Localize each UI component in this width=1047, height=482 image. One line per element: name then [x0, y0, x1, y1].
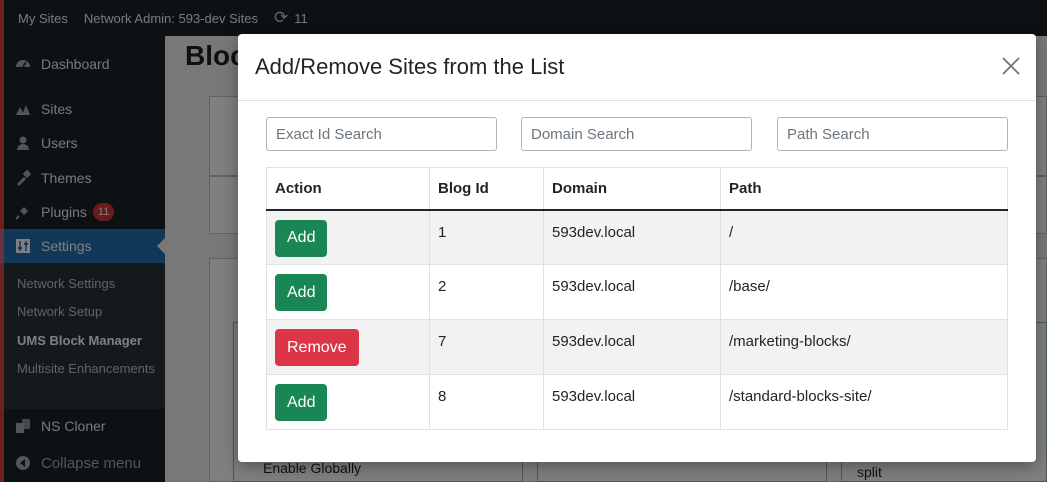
- close-button[interactable]: [1000, 55, 1022, 77]
- path-cell: /base/: [720, 264, 1008, 320]
- column-header-path: Path: [720, 167, 1008, 211]
- domain-cell: 593dev.local: [543, 264, 721, 320]
- action-cell: Add: [266, 209, 430, 265]
- table-row: Add 1 593dev.local /: [266, 209, 1008, 265]
- modal-header: Add/Remove Sites from the List: [238, 34, 1036, 101]
- add-site-button[interactable]: Add: [275, 274, 328, 311]
- action-cell: Remove: [266, 319, 430, 375]
- domain-cell: 593dev.local: [543, 209, 721, 265]
- blog-id-cell: 2: [429, 264, 544, 320]
- column-header-domain: Domain: [543, 167, 721, 211]
- blog-id-cell: 8: [429, 374, 544, 430]
- column-header-blog-id: Blog Id: [429, 167, 544, 211]
- domain-search-input[interactable]: [521, 117, 752, 151]
- add-site-button[interactable]: Add: [275, 219, 328, 257]
- domain-cell: 593dev.local: [543, 319, 721, 375]
- exact-id-search-input[interactable]: [266, 117, 497, 151]
- table-row: Add 8 593dev.local /standard-blocks-site…: [266, 374, 1008, 430]
- blog-id-cell: 1: [429, 209, 544, 265]
- table-row: Add 2 593dev.local /base/: [266, 264, 1008, 320]
- table-row: Remove 7 593dev.local /marketing-blocks/: [266, 319, 1008, 375]
- column-header-action: Action: [266, 167, 430, 211]
- action-cell: Add: [266, 374, 430, 430]
- close-icon: [1002, 57, 1020, 75]
- add-site-button[interactable]: Add: [275, 384, 328, 421]
- add-remove-sites-modal: Add/Remove Sites from the List Action Bl…: [238, 34, 1036, 462]
- sites-table: Action Blog Id Domain Path Add 1 593dev.…: [266, 167, 1008, 430]
- left-accent-strip: [0, 0, 4, 482]
- blog-id-cell: 7: [429, 319, 544, 375]
- action-cell: Add: [266, 264, 430, 320]
- path-cell: /: [720, 209, 1008, 265]
- domain-cell: 593dev.local: [543, 374, 721, 430]
- path-cell: /standard-blocks-site/: [720, 374, 1008, 430]
- table-header-row: Action Blog Id Domain Path: [266, 167, 1008, 211]
- path-search-input[interactable]: [777, 117, 1008, 151]
- path-cell: /marketing-blocks/: [720, 319, 1008, 375]
- remove-site-button[interactable]: Remove: [275, 329, 359, 366]
- modal-title: Add/Remove Sites from the List: [255, 54, 565, 79]
